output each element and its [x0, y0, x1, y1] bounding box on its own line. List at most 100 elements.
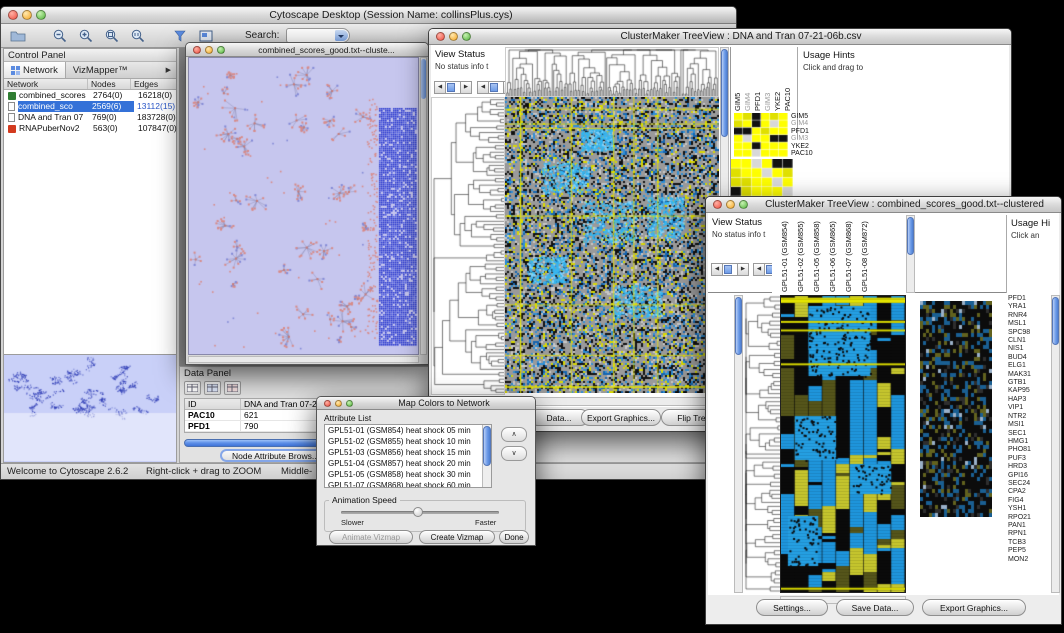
- gene-label[interactable]: SEC24: [1008, 480, 1050, 488]
- gene-label[interactable]: PAN1: [1008, 522, 1050, 530]
- scrollbar-thumb[interactable]: [483, 426, 491, 466]
- row-dendrogram-canvas[interactable]: [744, 295, 780, 593]
- spinner-track[interactable]: [489, 81, 503, 94]
- animate-vizmap-button[interactable]: Animate Vizmap: [329, 530, 413, 544]
- network-graph-canvas[interactable]: [189, 58, 419, 354]
- gene-label[interactable]: MSL1: [1008, 320, 1050, 328]
- spinner-left-button[interactable]: ◀: [753, 263, 765, 276]
- network-table-row[interactable]: RNAPuberNov2563(0)107847(0): [4, 123, 176, 134]
- gene-label[interactable]: BUD4: [1008, 354, 1050, 362]
- open-session-button[interactable]: [7, 26, 29, 46]
- animation-speed-slider[interactable]: [341, 511, 499, 514]
- maximize-button[interactable]: [36, 10, 46, 20]
- tab-overflow-arrow[interactable]: ▶: [161, 66, 176, 74]
- attribute-list-scrollbar[interactable]: [482, 425, 491, 487]
- minimize-button[interactable]: [726, 200, 735, 209]
- gene-label[interactable]: GPI16: [1008, 472, 1050, 480]
- export-graphics-button[interactable]: Export Graphics...: [581, 409, 661, 426]
- main-window-titlebar[interactable]: Cytoscape Desktop (Session Name: collins…: [1, 7, 736, 24]
- gene-list-scrollbar[interactable]: [1051, 295, 1060, 593]
- move-down-button[interactable]: ∨: [501, 446, 527, 461]
- network-vertical-scrollbar[interactable]: [420, 57, 427, 355]
- attribute-list-item[interactable]: GPL51-03 (GSM856) heat shock 15 min: [325, 447, 491, 458]
- spinner-left-button[interactable]: ◀: [477, 81, 489, 94]
- spinner-right-button[interactable]: ▶: [737, 263, 749, 276]
- heatmap-canvas[interactable]: [505, 97, 719, 393]
- close-button[interactable]: [193, 46, 201, 54]
- zoom-out-button[interactable]: [49, 26, 71, 46]
- network-table-row[interactable]: combined_sco2569(6)13112(15): [4, 101, 176, 112]
- heatmap-canvas[interactable]: [780, 295, 906, 593]
- gene-label[interactable]: PHO81: [1008, 446, 1050, 454]
- row-dendrogram-canvas[interactable]: [431, 97, 505, 395]
- spinner-left-button[interactable]: ◀: [711, 263, 723, 276]
- slider-thumb[interactable]: [413, 507, 423, 517]
- attribute-list-item[interactable]: GPL51-07 (GSM868) heat shock 60 min: [325, 480, 491, 488]
- gene-label[interactable]: MAK31: [1008, 371, 1050, 379]
- gene-label[interactable]: CLN1: [1008, 337, 1050, 345]
- scrollbar-thumb[interactable]: [735, 297, 742, 355]
- gene-label[interactable]: RPO21: [1008, 514, 1050, 522]
- dialog-titlebar[interactable]: Map Colors to Network: [317, 397, 535, 410]
- gene-label[interactable]: VIP1: [1008, 404, 1050, 412]
- column-header-id[interactable]: ID: [185, 399, 241, 409]
- gene-label[interactable]: CPA2: [1008, 488, 1050, 496]
- maximize-button[interactable]: [462, 32, 471, 41]
- spinner-left-button[interactable]: ◀: [434, 81, 446, 94]
- close-button[interactable]: [713, 200, 722, 209]
- gene-label[interactable]: SPC98: [1008, 329, 1050, 337]
- tab-vizmapper[interactable]: VizMapper™: [66, 62, 135, 78]
- spinner-thumb[interactable]: [447, 83, 455, 92]
- done-button[interactable]: Done: [499, 530, 529, 544]
- close-button[interactable]: [436, 32, 445, 41]
- gene-label[interactable]: RPN1: [1008, 530, 1050, 538]
- gene-label[interactable]: FIG4: [1008, 497, 1050, 505]
- attribute-list-item[interactable]: GPL51-01 (GSM854) heat shock 05 min: [325, 425, 491, 436]
- gene-label[interactable]: YRA1: [1008, 303, 1050, 311]
- settings-button[interactable]: Settings...: [756, 599, 828, 616]
- delete-attribute-button[interactable]: [224, 381, 241, 395]
- gene-label[interactable]: YSH1: [1008, 505, 1050, 513]
- zoom-in-button[interactable]: [75, 26, 97, 46]
- gene-label[interactable]: RNR4: [1008, 312, 1050, 320]
- network-window-titlebar[interactable]: combined_scores_good.txt--cluste...: [186, 43, 428, 57]
- gene-label[interactable]: ELG1: [1008, 362, 1050, 370]
- column-header-network[interactable]: Network: [4, 79, 88, 89]
- node-attribute-browser-tab[interactable]: Node Attribute Brows...: [220, 449, 331, 462]
- data-button[interactable]: Data...: [529, 409, 589, 426]
- gene-label[interactable]: KAP95: [1008, 387, 1050, 395]
- spinner-right-button[interactable]: ▶: [460, 81, 472, 94]
- global-heatmap-canvas[interactable]: [920, 301, 992, 517]
- network-horizontal-scrollbar[interactable]: [188, 356, 419, 363]
- spinner-thumb[interactable]: [490, 83, 498, 92]
- gene-label[interactable]: PUF3: [1008, 455, 1050, 463]
- column-header-edges[interactable]: Edges: [131, 79, 176, 89]
- attribute-list-item[interactable]: GPL51-02 (GSM855) heat shock 10 min: [325, 436, 491, 447]
- network-table-row[interactable]: combined_scores2764(0)16218(0): [4, 90, 176, 101]
- close-button[interactable]: [324, 400, 331, 407]
- create-attribute-button[interactable]: [204, 381, 221, 395]
- gene-label[interactable]: PEP5: [1008, 547, 1050, 555]
- birdseye-canvas[interactable]: [4, 355, 176, 461]
- spinner-track[interactable]: [723, 263, 737, 276]
- treeview-combined-titlebar[interactable]: ClusterMaker TreeView : combined_scores_…: [706, 197, 1061, 213]
- gene-label[interactable]: HMG1: [1008, 438, 1050, 446]
- create-vizmap-button[interactable]: Create Vizmap: [419, 530, 495, 544]
- dendrogram-scrollbar[interactable]: [734, 295, 743, 593]
- gene-label[interactable]: HRD3: [1008, 463, 1050, 471]
- maximize-button[interactable]: [217, 46, 225, 54]
- gene-label[interactable]: PFD1: [1008, 295, 1050, 303]
- spinner-track[interactable]: [446, 81, 460, 94]
- gene-label[interactable]: HAP3: [1008, 396, 1050, 404]
- gene-label[interactable]: TCB3: [1008, 539, 1050, 547]
- maximize-button[interactable]: [739, 200, 748, 209]
- spinner-thumb[interactable]: [724, 265, 732, 274]
- birdseye-view[interactable]: [4, 354, 176, 462]
- minimize-button[interactable]: [449, 32, 458, 41]
- zoom-fit-button[interactable]: [101, 26, 123, 46]
- minimize-button[interactable]: [335, 400, 342, 407]
- export-graphics-button[interactable]: Export Graphics...: [922, 599, 1026, 616]
- attribute-list-item[interactable]: GPL51-05 (GSM858) heat shock 30 min: [325, 469, 491, 480]
- scrollbar-thumb[interactable]: [1052, 297, 1059, 345]
- select-attributes-button[interactable]: [184, 381, 201, 395]
